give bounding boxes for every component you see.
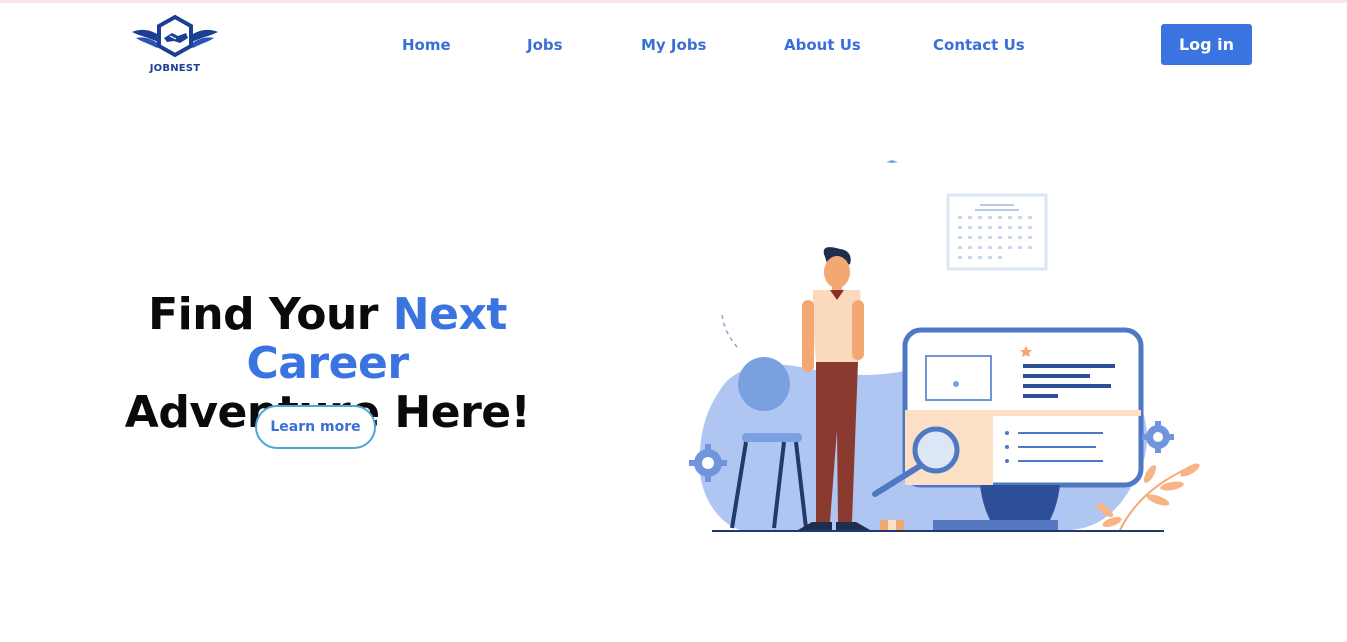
top-border [0,0,1347,3]
learn-more-button[interactable]: Learn more [255,405,376,449]
login-button[interactable]: Log in [1161,24,1252,65]
nav-home[interactable]: Home [402,36,451,54]
job-search-illustration [680,150,1220,540]
logo[interactable]: JOBNEST [130,14,220,76]
nav-my-jobs[interactable]: My Jobs [641,36,706,54]
nav-jobs[interactable]: Jobs [527,36,563,54]
logo-wings-handshake-icon [132,14,218,58]
hero-title-part1: Find Your [148,289,393,340]
nav-about-us[interactable]: About Us [784,36,861,54]
brand-name: JOBNEST [149,63,201,74]
nav-contact-us[interactable]: Contact Us [933,36,1025,54]
